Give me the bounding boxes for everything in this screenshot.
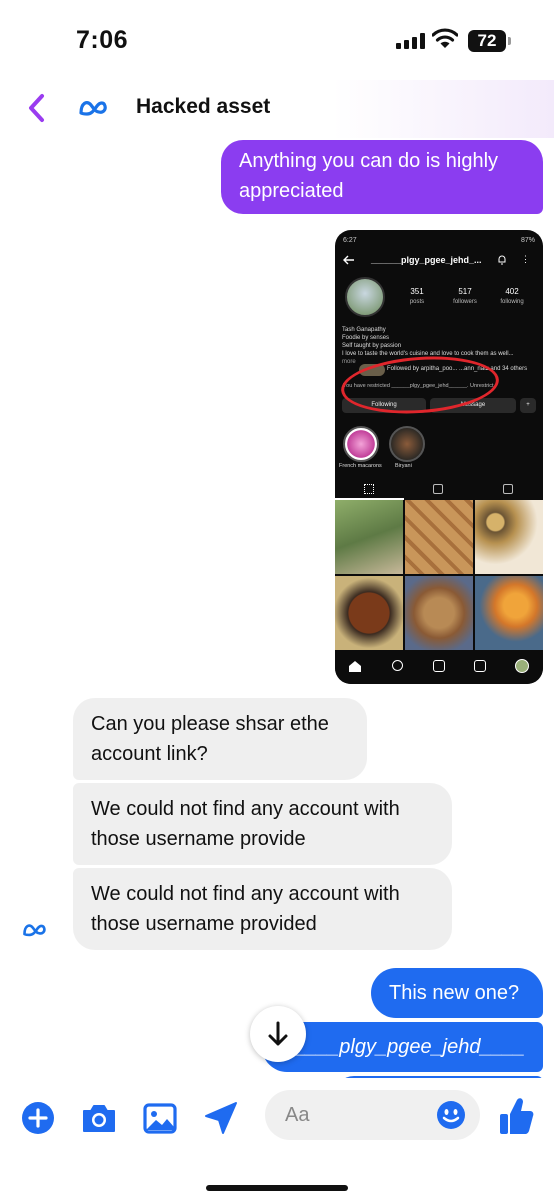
bio-line: Foodie by senses [342, 335, 390, 341]
tagged-icon [503, 484, 513, 494]
post-thumbnail [335, 500, 403, 574]
bio-line: Tash Ganapathy [342, 327, 386, 333]
message-bubble-sent[interactable]: Anything you can do is highly appreciate… [221, 140, 543, 214]
battery-tip [508, 37, 511, 45]
search-icon [392, 660, 403, 671]
message-bubble-sent[interactable]: This new one? [371, 968, 543, 1018]
highlight-label: Biryani [395, 463, 412, 469]
post-thumbnail [335, 576, 403, 650]
reels-nav-icon [474, 660, 486, 672]
status-bar: 7:06 72 [0, 0, 554, 80]
shared-screenshot-image[interactable]: 6:27 87% ______plgy_pgee_jehd_... ⋮ 351 … [335, 230, 543, 684]
stat-following: 402 following [492, 287, 532, 305]
highlight-french-macarons [343, 426, 379, 462]
home-indicator [206, 1185, 348, 1191]
message-bubble-received[interactable]: We could not find any account with those… [73, 868, 452, 950]
bell-icon [498, 255, 506, 265]
arrow-down-icon [268, 1021, 288, 1046]
screenshot-profile-avatar [345, 277, 385, 317]
scroll-to-bottom-button[interactable] [250, 1006, 306, 1062]
stat-posts: 351 posts [397, 287, 437, 305]
post-thumbnail [405, 500, 473, 574]
message-text-line: those username provided [91, 913, 317, 935]
message-text-line: Can you please shsar ethe [91, 713, 329, 735]
thumbs-up-icon[interactable] [496, 1094, 536, 1138]
cellular-signal-icon [396, 33, 426, 49]
home-icon [349, 661, 361, 672]
message-text-line: account link? [91, 743, 208, 765]
profile-nav-avatar [515, 659, 529, 673]
message-bubble-received[interactable]: We could not find any account with those… [73, 783, 452, 865]
message-bubble-received[interactable]: Can you please shsar ethe account link? [73, 698, 367, 780]
stat-followers-value: 517 [458, 287, 472, 296]
conversation-title[interactable]: Hacked asset [136, 95, 270, 119]
screenshot-status-battery: 87% [520, 237, 535, 244]
message-text-line: We could not find any account with [91, 798, 400, 820]
highlight-label: French macarons [339, 463, 382, 469]
stat-following-value: 402 [505, 287, 519, 296]
message-input[interactable] [285, 1090, 435, 1140]
message-text: This new one? [389, 982, 520, 1004]
stat-posts-value: 351 [410, 287, 424, 296]
reels-icon [433, 484, 443, 494]
message-text-line: appreciated [239, 180, 344, 202]
more-vertical-icon: ⋮ [521, 254, 530, 264]
new-post-icon [433, 660, 445, 672]
stat-followers: 517 followers [445, 287, 485, 305]
emoji-icon[interactable] [435, 1099, 467, 1131]
screenshot-bottom-nav [335, 650, 543, 684]
back-arrow-icon [343, 255, 354, 265]
screenshot-profile-tabs [335, 482, 543, 500]
plus-circle-icon[interactable] [18, 1098, 58, 1138]
location-arrow-icon[interactable] [201, 1098, 241, 1138]
stat-followers-label: followers [453, 299, 477, 305]
meta-sender-avatar-icon [23, 924, 46, 937]
meta-logo-icon[interactable] [78, 96, 112, 120]
highlight-biryani [389, 426, 425, 462]
add-person-icon: + [520, 398, 536, 413]
grid-icon [364, 484, 374, 494]
message-input-container [265, 1090, 480, 1140]
wifi-icon [432, 28, 458, 48]
battery-level: 72 [468, 30, 506, 52]
status-time: 7:06 [76, 26, 129, 54]
screenshot-status-time: 6:27 [343, 237, 357, 244]
message-text: ____plgy_pgee_jehd____ [294, 1036, 525, 1058]
bio-line: Self taught by passion [342, 343, 402, 349]
stat-following-label: following [500, 299, 524, 305]
message-text-line: those username provide [91, 828, 306, 850]
screenshot-username: ______plgy_pgee_jehd_... [371, 255, 482, 265]
post-thumbnail [475, 576, 543, 650]
message-text-line: We could not find any account with [91, 883, 400, 905]
stat-posts-label: posts [409, 299, 425, 305]
post-thumbnail [405, 576, 473, 650]
image-gallery-icon[interactable] [140, 1098, 180, 1138]
chat-header: Hacked asset [0, 80, 554, 138]
message-composer [0, 1078, 554, 1200]
message-text-line: Anything you can do is highly [239, 150, 499, 172]
camera-icon[interactable] [79, 1098, 119, 1138]
screenshot-post-grid [335, 500, 543, 650]
chevron-left-icon[interactable] [22, 90, 52, 126]
post-thumbnail [475, 500, 543, 574]
